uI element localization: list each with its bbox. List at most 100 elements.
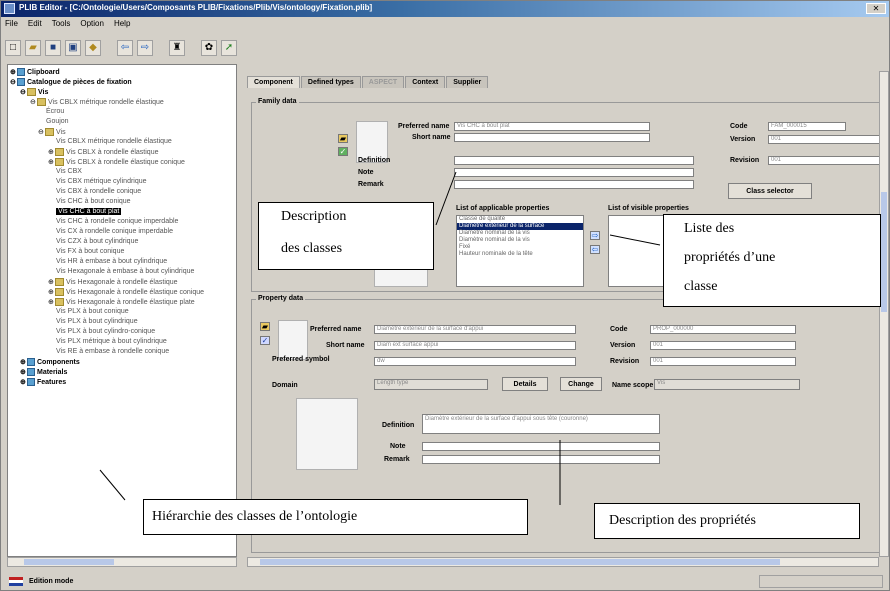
tree-item[interactable]: ⊕ Vis Hexagonale à rondelle élastique con… xyxy=(48,288,204,297)
main-vertical-scrollbar[interactable] xyxy=(879,71,889,557)
tree-item[interactable]: Écrou xyxy=(46,108,64,115)
tree-item[interactable]: Vis PLX à bout cylindro-conique xyxy=(56,328,155,335)
save-as-icon[interactable]: ▣ xyxy=(65,40,81,56)
tree-item[interactable]: Vis CZX à bout cylindrique xyxy=(56,238,138,245)
details-button[interactable]: Details xyxy=(502,377,548,391)
back-icon[interactable]: ⇦ xyxy=(117,40,133,56)
family-preferred-name-field[interactable]: Vis CHC à bout plat xyxy=(454,122,650,131)
family-remark-field[interactable] xyxy=(454,180,694,189)
property-symbol-field[interactable]: dw xyxy=(374,357,576,366)
tree-item[interactable]: Vis PLX métrique à bout cylindrique xyxy=(56,338,167,345)
tree-item[interactable]: Vis CBX métrique cylindrique xyxy=(56,178,147,185)
tree-item[interactable]: Vis CHC à rondelle conique imperdable xyxy=(56,218,178,225)
tree-item[interactable]: Vis PLX à bout cylindrique xyxy=(56,318,138,325)
short-name-label: Short name xyxy=(412,134,451,141)
tree-node-components[interactable]: ⊕ Components xyxy=(20,358,80,367)
tree-item[interactable]: ⊕ Vis Hexagonale à rondelle élastique pla… xyxy=(48,298,195,307)
property-short-name-field[interactable]: Diam ext surface appui xyxy=(374,341,576,350)
tree-item[interactable]: ⊕ Vis Hexagonale à rondelle élastique xyxy=(48,278,178,287)
tree-node-clipboard[interactable]: ⊕ Clipboard xyxy=(10,68,60,77)
class-selector-button[interactable]: Class selector xyxy=(728,183,812,199)
property-definition-field[interactable]: Diamètre extérieur de la surface d'appui… xyxy=(422,414,660,434)
tree-item[interactable]: Vis HR à embase à bout cylindrique xyxy=(56,258,167,265)
menu-help[interactable]: Help xyxy=(114,19,130,31)
tree-item[interactable]: ⊕ Vis CBLX à rondelle élastique xyxy=(48,148,158,157)
add-property-icon[interactable]: ⇨ xyxy=(590,231,600,240)
revision-label: Revision xyxy=(730,157,760,164)
forward-icon[interactable]: ⇨ xyxy=(137,40,153,56)
applicable-properties-list[interactable]: Classe de qualité Diamètre extérieur de … xyxy=(456,215,584,287)
menu-file[interactable]: File xyxy=(5,19,18,31)
tree-horizontal-scrollbar[interactable] xyxy=(7,557,237,567)
edit-icon[interactable]: ▰ xyxy=(338,134,348,143)
tab-defined-types[interactable]: Defined types xyxy=(300,76,361,88)
family-version-field[interactable]: 001 xyxy=(768,135,884,144)
tree-item[interactable]: Vis CBX xyxy=(56,168,82,175)
save-icon[interactable]: ■ xyxy=(45,40,61,56)
tree-item-selected[interactable]: Vis CHC à bout plat xyxy=(56,208,122,215)
check-icon[interactable]: ✓ xyxy=(338,147,348,156)
export-icon[interactable]: ◆ xyxy=(85,40,101,56)
tab-aspect[interactable]: ASPECT xyxy=(361,76,405,88)
scroll-thumb[interactable] xyxy=(24,559,114,565)
list-item[interactable]: Diamètre nominal de la vis xyxy=(457,230,583,237)
tree-item[interactable]: Goujon xyxy=(46,118,69,125)
find-icon[interactable]: ♜ xyxy=(169,40,185,56)
list-item-selected[interactable]: Diamètre extérieur de la surface xyxy=(457,223,583,230)
navigate-icon[interactable]: ➚ xyxy=(221,40,237,56)
tree-node-materials[interactable]: ⊕ Materials xyxy=(20,368,67,377)
tree-item[interactable]: Vis CBLX métrique rondelle élastique xyxy=(56,138,172,145)
property-revision-field[interactable]: 001 xyxy=(650,357,796,366)
scroll-thumb[interactable] xyxy=(881,192,887,312)
list-item[interactable]: Diamètre nominal de la vis xyxy=(457,237,583,244)
tree-item[interactable]: ⊕ Vis CBLX à rondelle élastique conique xyxy=(48,158,185,167)
tree-node-vis-root[interactable]: ⊖ Vis xyxy=(20,88,48,97)
edit-icon[interactable]: ▰ xyxy=(260,322,270,331)
property-preferred-name-field[interactable]: Diamètre extérieur de la surface d'appui xyxy=(374,325,576,334)
property-remark-field[interactable] xyxy=(422,455,660,464)
filter-icon[interactable]: ✿ xyxy=(201,40,217,56)
family-definition-field[interactable] xyxy=(454,156,694,165)
close-button[interactable]: ✕ xyxy=(866,3,886,14)
change-button[interactable]: Change xyxy=(560,377,602,391)
remark-label: Remark xyxy=(358,181,384,188)
prop-domain-label: Domain xyxy=(272,382,298,389)
tree-item[interactable]: Vis Hexagonale à embase à bout cylindriq… xyxy=(56,268,194,275)
list-item[interactable]: Hauteur nominale de la tête xyxy=(457,251,583,258)
tree-node-catalog[interactable]: ⊖ Catalogue de pièces de fixation xyxy=(10,78,132,87)
family-note-field[interactable] xyxy=(454,168,694,177)
folder-icon xyxy=(45,128,54,137)
tree-item[interactable]: Vis PLX à bout conique xyxy=(56,308,129,315)
property-code-field[interactable]: PROP_000000 xyxy=(650,325,796,334)
tree-node-features[interactable]: ⊕ Features xyxy=(20,378,66,387)
family-revision-field[interactable]: 001 xyxy=(768,156,884,165)
tree-item[interactable]: ⊖ Vis xyxy=(38,128,66,137)
tab-supplier[interactable]: Supplier xyxy=(446,76,489,88)
menu-tools[interactable]: Tools xyxy=(52,19,71,31)
menu-edit[interactable]: Edit xyxy=(28,19,42,31)
list-item[interactable]: Classe de qualité xyxy=(457,216,583,223)
class-tree[interactable]: ⊕ Clipboard ⊖ Catalogue de pièces de fixat… xyxy=(7,64,237,557)
callout-line: Hiérarchie des classes de l’ontologie xyxy=(152,509,358,524)
remove-property-icon[interactable]: ⇦ xyxy=(590,245,600,254)
tree-item[interactable]: Vis CHC à bout conique xyxy=(56,198,131,205)
property-note-field[interactable] xyxy=(422,442,660,451)
tree-item[interactable]: ⊖ Vis CBLX métrique rondelle élastique xyxy=(30,98,164,107)
menu-option[interactable]: Option xyxy=(80,19,104,31)
scroll-thumb[interactable] xyxy=(260,559,780,565)
property-version-field[interactable]: 001 xyxy=(650,341,796,350)
check-icon[interactable]: ✓ xyxy=(260,336,270,345)
tree-item[interactable]: Vis CX à rondelle conique imperdable xyxy=(56,228,173,235)
tree-item[interactable]: Vis CBX à rondelle conique xyxy=(56,188,141,195)
new-icon[interactable]: □ xyxy=(5,40,21,56)
tree-item[interactable]: Vis FX à bout conique xyxy=(56,248,124,255)
tab-context[interactable]: Context xyxy=(405,76,446,88)
list-item[interactable]: Fixé xyxy=(457,244,583,251)
version-label: Version xyxy=(730,136,756,143)
tab-component[interactable]: Component xyxy=(247,76,300,88)
tree-item[interactable]: Vis RE à embase à rondelle conique xyxy=(56,348,169,355)
family-code-field[interactable]: FAM_000015 xyxy=(768,122,846,131)
family-short-name-field[interactable] xyxy=(454,133,650,142)
main-horizontal-scrollbar[interactable] xyxy=(247,557,879,567)
open-icon[interactable]: ▰ xyxy=(25,40,41,56)
